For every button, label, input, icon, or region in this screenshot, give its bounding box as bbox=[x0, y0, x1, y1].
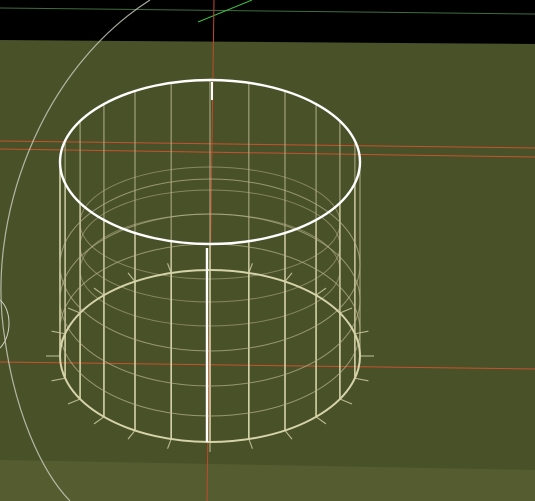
3d-viewport[interactable] bbox=[0, 0, 535, 501]
viewport-canvas[interactable] bbox=[0, 0, 535, 501]
